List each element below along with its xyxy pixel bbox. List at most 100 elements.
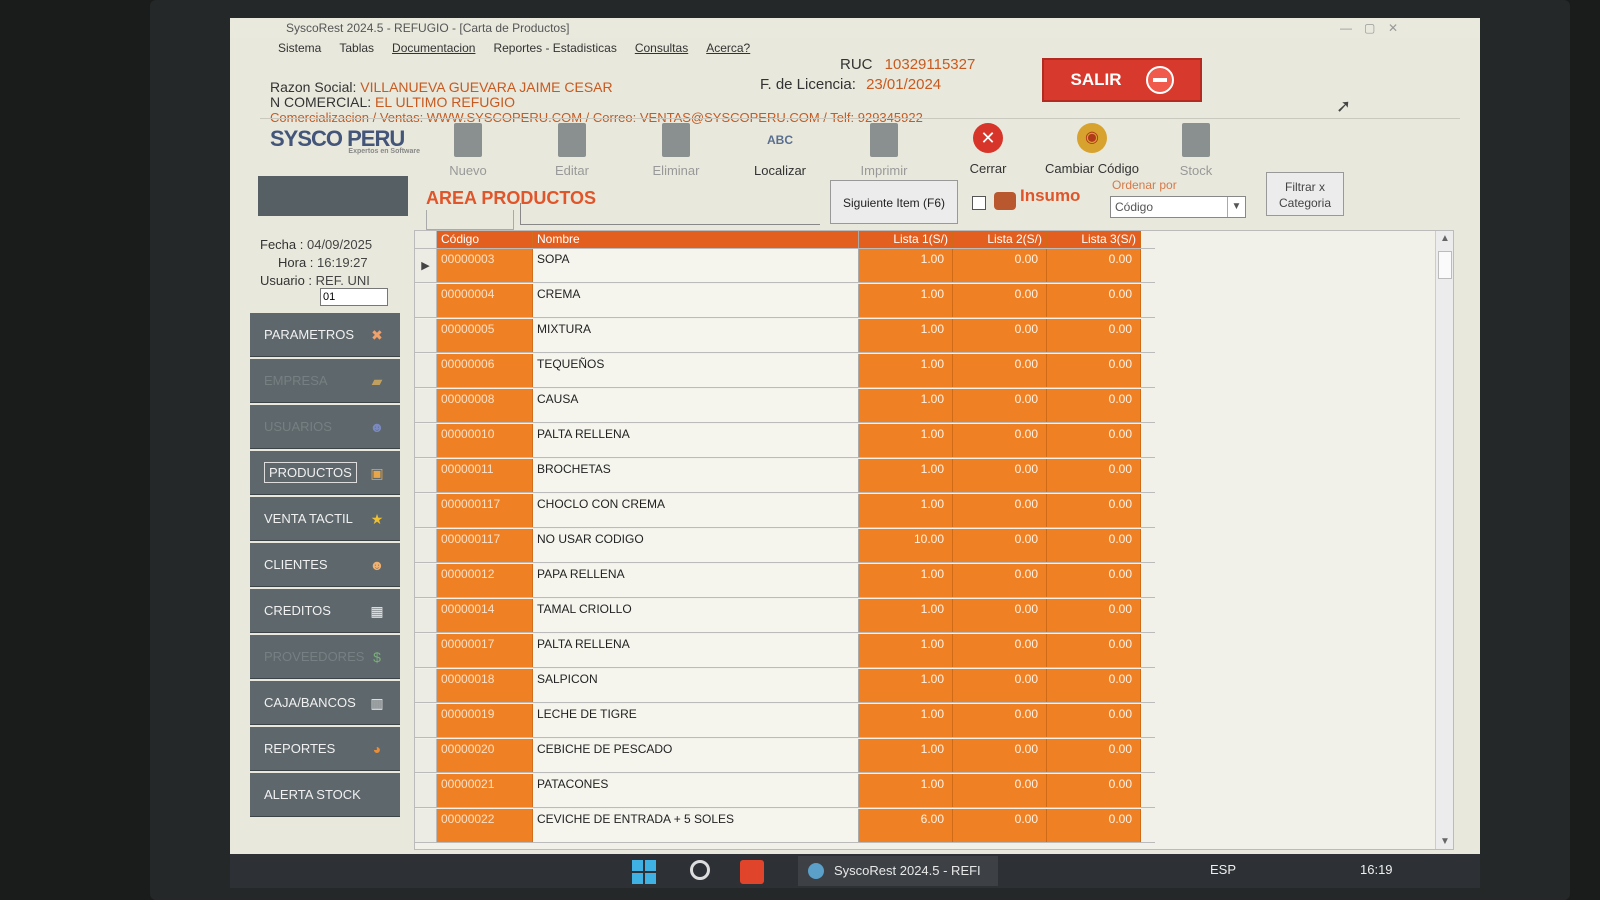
- table-row[interactable]: 000000117 CHOCLO CON CREMA 1.00 0.00 0.00: [415, 494, 1155, 528]
- language-indicator[interactable]: ESP: [1210, 862, 1236, 877]
- row-selector[interactable]: [415, 529, 437, 562]
- comercial-value: EL ULTIMO REFUGIO: [375, 94, 516, 110]
- menu-reportes[interactable]: Reportes - Estadisticas: [493, 38, 616, 58]
- scroll-thumb[interactable]: [1438, 251, 1452, 279]
- insumo-checkbox[interactable]: [972, 196, 986, 210]
- close-window-icon[interactable]: ✕: [1388, 18, 1398, 38]
- table-row[interactable]: 00000006 TEQUEÑOS 1.00 0.00 0.00: [415, 354, 1155, 388]
- menu-acerca[interactable]: Acerca?: [706, 38, 750, 58]
- chevron-down-icon[interactable]: ▼: [1227, 197, 1245, 217]
- table-row[interactable]: 00000004 CREMA 1.00 0.00 0.00: [415, 284, 1155, 318]
- name-search-input[interactable]: [520, 203, 820, 225]
- header-lista1[interactable]: Lista 1(S/): [859, 231, 953, 248]
- sidebar-item-creditos[interactable]: CREDITOS ▦: [250, 589, 400, 633]
- table-row[interactable]: 00000022 CEVICHE DE ENTRADA + 5 SOLES 6.00…: [415, 809, 1155, 843]
- row-selector[interactable]: [415, 599, 437, 632]
- siguiente-item-button[interactable]: Siguiente Item (F6): [830, 180, 958, 224]
- sidebar-item-parametros[interactable]: PARAMETROS ✖: [250, 313, 400, 357]
- row-selector[interactable]: [415, 284, 437, 317]
- sidebar-item-label: PROVEEDORES: [264, 649, 365, 664]
- table-row[interactable]: 00000020 CEBICHE DE PESCADO 1.00 0.00 0.00: [415, 739, 1155, 773]
- sidebar-item-usuarios[interactable]: USUARIOS ☻: [250, 405, 400, 449]
- row-selector[interactable]: [415, 354, 437, 387]
- table-row[interactable]: 00000008 CAUSA 1.00 0.00 0.00: [415, 389, 1155, 423]
- taskbar-clock[interactable]: 16:19: [1360, 862, 1393, 877]
- menu-sistema[interactable]: Sistema: [278, 38, 321, 58]
- sidebar-item-productos[interactable]: PRODUCTOS ▣: [250, 451, 400, 495]
- row-selector[interactable]: ▶: [415, 249, 437, 282]
- sidebar-item-reportes[interactable]: REPORTES ◕: [250, 727, 400, 771]
- salir-button[interactable]: SALIR: [1042, 58, 1202, 102]
- row-selector[interactable]: [415, 669, 437, 702]
- toolbar: Nuevo Editar Eliminar ABC Localizar Imprimir ✕…: [416, 123, 1248, 183]
- cell-lista2: 0.00: [953, 494, 1047, 527]
- row-selector[interactable]: [415, 704, 437, 737]
- header-lista3[interactable]: Lista 3(S/): [1047, 231, 1141, 248]
- row-selector[interactable]: [415, 564, 437, 597]
- table-row[interactable]: 00000010 PALTA RELLENA 1.00 0.00 0.00: [415, 424, 1155, 458]
- maximize-icon[interactable]: ▢: [1364, 18, 1375, 38]
- row-selector[interactable]: [415, 774, 437, 807]
- toolbar-nuevo-button[interactable]: Nuevo: [416, 123, 520, 183]
- row-selector[interactable]: [415, 494, 437, 527]
- ordenar-select[interactable]: Código ▼: [1110, 196, 1246, 218]
- table-row[interactable]: 00000017 PALTA RELLENA 1.00 0.00 0.00: [415, 634, 1155, 668]
- app-pinned-icon[interactable]: [740, 860, 764, 884]
- row-selector[interactable]: [415, 389, 437, 422]
- table-row[interactable]: 00000019 LECHE DE TIGRE 1.00 0.00 0.00: [415, 704, 1155, 738]
- toolbar-label: Nuevo: [449, 163, 487, 178]
- sidebar-item-clientes[interactable]: CLIENTES ☻: [250, 543, 400, 587]
- taskbar-app-syscorest[interactable]: SyscoRest 2024.5 - REFI: [798, 856, 998, 886]
- toolbar-cambiar-c-digo-button[interactable]: ◉ Cambiar Código: [1040, 123, 1144, 183]
- sidebar-item-alerta-stock[interactable]: ALERTA STOCK: [250, 773, 400, 817]
- hora-value: 16:19:27: [317, 255, 368, 270]
- toolbar-editar-button[interactable]: Editar: [520, 123, 624, 183]
- row-selector[interactable]: [415, 319, 437, 352]
- sidebar-item-caja-bancos[interactable]: CAJA/BANCOS ▥: [250, 681, 400, 725]
- row-selector[interactable]: [415, 634, 437, 667]
- vertical-scrollbar[interactable]: ▲ ▼: [1435, 231, 1453, 849]
- row-selector[interactable]: [415, 424, 437, 457]
- windows-start-icon[interactable]: [632, 860, 656, 884]
- menu-consultas[interactable]: Consultas: [635, 38, 688, 58]
- row-selector[interactable]: [415, 809, 437, 842]
- exit-icon: [1145, 66, 1174, 94]
- cell-codigo: 00000021: [437, 774, 533, 807]
- cell-codigo: 00000018: [437, 669, 533, 702]
- cell-lista1: 1.00: [859, 389, 953, 422]
- table-row[interactable]: 00000012 PAPA RELLENA 1.00 0.00 0.00: [415, 564, 1155, 598]
- header-nombre[interactable]: Nombre: [533, 231, 859, 248]
- cell-nombre: PALTA RELLENA: [533, 634, 859, 667]
- code-search-input[interactable]: [426, 210, 514, 230]
- header-lista2[interactable]: Lista 2(S/): [953, 231, 1047, 248]
- sidebar-item-proveedores[interactable]: PROVEEDORES $: [250, 635, 400, 679]
- toolbar-localizar-button[interactable]: ABC Localizar: [728, 123, 832, 183]
- minimize-icon[interactable]: —: [1340, 18, 1352, 38]
- scroll-up-icon[interactable]: ▲: [1440, 233, 1450, 244]
- toolbar-eliminar-button[interactable]: Eliminar: [624, 123, 728, 183]
- header-codigo[interactable]: Código: [437, 231, 533, 248]
- usuario-value: REF. UNI: [315, 273, 370, 288]
- toolbar-imprimir-button[interactable]: Imprimir: [832, 123, 936, 183]
- table-row[interactable]: 00000018 SALPICON 1.00 0.00 0.00: [415, 669, 1155, 703]
- sidebar-item-label: USUARIOS: [264, 419, 332, 434]
- usuario-code-field[interactable]: 01: [320, 288, 388, 306]
- scroll-down-icon[interactable]: ▼: [1440, 836, 1450, 847]
- table-row[interactable]: ▶ 00000003 SOPA 1.00 0.00 0.00: [415, 249, 1155, 283]
- filtrar-categoria-button[interactable]: Filtrar x Categoria: [1266, 172, 1344, 216]
- toolbar-cerrar-button[interactable]: ✕ Cerrar: [936, 123, 1040, 183]
- table-row[interactable]: 000000117 NO USAR CODIGO 10.00 0.00 0.00: [415, 529, 1155, 563]
- table-row[interactable]: 00000014 TAMAL CRIOLLO 1.00 0.00 0.00: [415, 599, 1155, 633]
- sidebar-item-empresa[interactable]: EMPRESA ▰: [250, 359, 400, 403]
- table-row[interactable]: 00000021 PATACONES 1.00 0.00 0.00: [415, 774, 1155, 808]
- sidebar-item-venta-tactil[interactable]: VENTA TACTIL ★: [250, 497, 400, 541]
- search-icon[interactable]: [690, 860, 710, 880]
- menu-documentacion[interactable]: Documentacion: [392, 38, 475, 58]
- toolbar-stock-button[interactable]: Stock: [1144, 123, 1248, 183]
- row-selector[interactable]: [415, 739, 437, 772]
- toolbar-label: Imprimir: [860, 163, 908, 178]
- table-row[interactable]: 00000011 BROCHETAS 1.00 0.00 0.00: [415, 459, 1155, 493]
- row-selector[interactable]: [415, 459, 437, 492]
- menu-tablas[interactable]: Tablas: [339, 38, 374, 58]
- table-row[interactable]: 00000005 MIXTURA 1.00 0.00 0.00: [415, 319, 1155, 353]
